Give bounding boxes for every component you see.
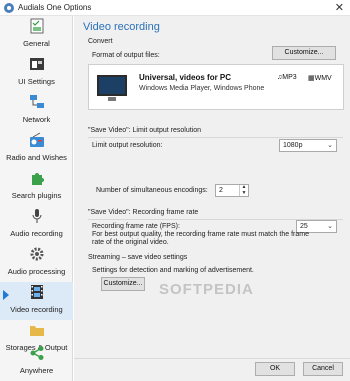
sidebar-item-anywhere[interactable]: Anywhere <box>0 343 73 381</box>
format-customize-button[interactable]: Customize... <box>272 46 336 60</box>
sidebar-item-label: Search plugins <box>11 191 62 200</box>
framerate-section-label: "Save Video": Recording frame rate <box>88 209 199 216</box>
sidebar-item-network[interactable]: Network <box>0 92 73 130</box>
ui-window-icon <box>30 58 44 70</box>
title-bar: Audials One Options ✕ <box>0 0 350 16</box>
fps-note-line-1: For best output quality, the recording f… <box>92 231 309 238</box>
sidebar-item-video-recording[interactable]: Video recording <box>0 282 73 320</box>
app-icon <box>4 3 14 13</box>
sidebar-item-label: General <box>23 39 50 48</box>
fps-value: 25 <box>300 223 308 230</box>
sidebar-item-ui-settings[interactable]: UI Settings <box>0 54 73 92</box>
share-icon <box>30 346 44 360</box>
microphone-icon <box>32 209 42 223</box>
sidebar-item-label: Audio processing <box>7 267 66 276</box>
format-label: Format of output files: <box>92 52 160 59</box>
format-name: Universal, videos for PC <box>139 73 232 82</box>
chevron-down-icon: ⌄ <box>327 223 333 230</box>
encodings-label: Number of simultaneous encodings: <box>96 187 208 194</box>
mp3-badge: ♫MP3 <box>277 74 297 81</box>
radio-icon <box>30 132 44 147</box>
resolution-dropdown[interactable]: 1080p ⌄ <box>279 139 337 152</box>
close-icon[interactable]: ✕ <box>335 1 344 14</box>
film-icon <box>31 285 43 299</box>
encodings-value: 2 <box>219 187 223 194</box>
sidebar-item-label: Radio and Wishes <box>6 153 67 162</box>
sidebar-item-label: Audio recording <box>10 229 63 238</box>
sidebar-item-audio-processing[interactable]: Audio processing <box>0 244 73 282</box>
encodings-stepper[interactable]: 2 ▲ ▼ <box>215 184 249 197</box>
cancel-button[interactable]: Cancel <box>303 362 343 376</box>
sidebar-item-label: Anywhere <box>19 366 54 375</box>
format-selector[interactable]: Universal, videos for PC Windows Media P… <box>88 64 344 110</box>
gear-icon <box>30 247 44 261</box>
ok-button[interactable]: OK <box>255 362 295 376</box>
selected-arrow-icon <box>3 290 9 300</box>
limit-resolution-label: Limit output resolution: <box>92 142 163 149</box>
sidebar-item-label: UI Settings <box>18 77 55 86</box>
wmv-badge: ▦WMV <box>308 75 332 82</box>
resolution-section-label: "Save Video": Limit output resolution <box>88 127 202 134</box>
folder-icon <box>30 326 44 336</box>
sidebar-item-search-plugins[interactable]: Search plugins <box>0 168 73 206</box>
sidebar-item-radio[interactable]: Radio and Wishes <box>0 130 73 168</box>
main-panel: Video recording Convert Format of output… <box>74 16 350 381</box>
stepper-arrows-icon[interactable]: ▲ ▼ <box>239 184 248 196</box>
fps-label: Recording frame rate (FPS): <box>92 223 180 230</box>
sidebar-item-label: Video recording <box>10 305 63 314</box>
sidebar-item-label: Network <box>22 115 51 124</box>
checklist-icon <box>30 18 44 34</box>
network-icon <box>30 95 44 108</box>
dialog-footer: OK Cancel <box>74 358 350 381</box>
puzzle-icon <box>32 173 44 185</box>
monitor-icon <box>97 75 127 101</box>
resolution-value: 1080p <box>283 142 303 149</box>
page-title: Video recording <box>83 21 160 33</box>
chevron-down-icon: ⌄ <box>327 142 333 149</box>
format-description: Windows Media Player, Windows Phone <box>139 85 265 92</box>
sidebar: General UI Settings Network Radio and Wi… <box>0 16 73 381</box>
window-title: Audials One Options <box>18 3 92 12</box>
streaming-description: Settings for detection and marking of ad… <box>92 267 254 274</box>
watermark: SOFTPEDIA <box>159 281 254 298</box>
streaming-section-label: Streaming – save video settings <box>88 254 188 261</box>
fps-note-line-2: rate of the original video. <box>92 239 169 246</box>
sidebar-item-general[interactable]: General <box>0 16 73 54</box>
divider <box>88 137 343 138</box>
convert-section-label: Convert <box>88 38 113 45</box>
sidebar-item-audio-recording[interactable]: Audio recording <box>0 206 73 244</box>
streaming-customize-button[interactable]: Customize... <box>101 277 145 291</box>
